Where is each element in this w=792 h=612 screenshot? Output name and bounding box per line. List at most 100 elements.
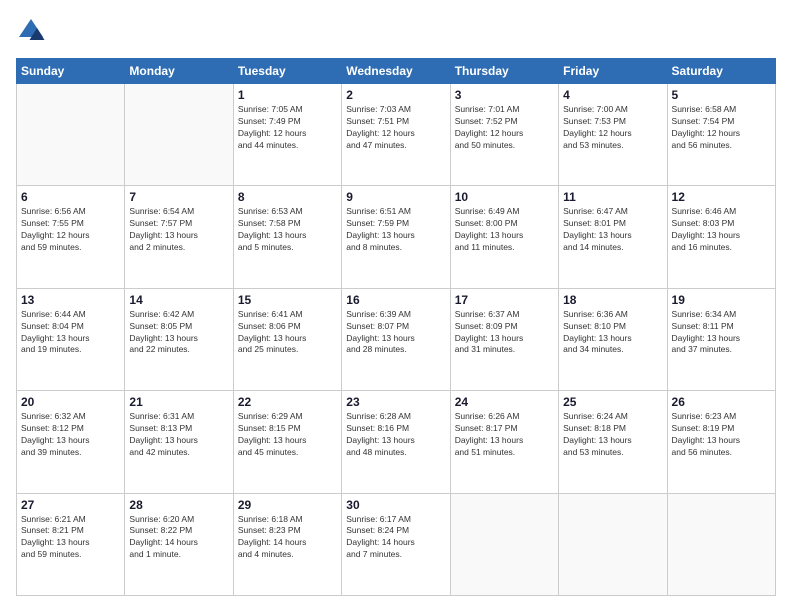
calendar-cell: 16 Sunrise: 6:39 AM Sunset: 8:07 PM Dayli… xyxy=(342,288,450,390)
day-info: Sunrise: 6:41 AM Sunset: 8:06 PM Dayligh… xyxy=(238,309,337,357)
calendar-week-row: 6Sunrise: 6:56 AM Sunset: 7:55 PM Daylig… xyxy=(17,186,776,288)
page: SundayMondayTuesdayWednesdayThursdayFrid… xyxy=(0,0,792,612)
day-number: 25 xyxy=(563,395,662,409)
day-number: 9 xyxy=(346,190,445,204)
day-info: Sunrise: 6:31 AM Sunset: 8:13 PM Dayligh… xyxy=(129,411,228,459)
calendar-cell: 23 Sunrise: 6:28 AM Sunset: 8:16 PM Dayli… xyxy=(342,391,450,493)
day-number: 16 xyxy=(346,293,445,307)
weekday-header-wednesday: Wednesday xyxy=(342,59,450,84)
day-info: Sunrise: 6:51 AM Sunset: 7:59 PM Dayligh… xyxy=(346,206,445,254)
calendar-cell: 29 Sunrise: 6:18 AM Sunset: 8:23 PM Dayli… xyxy=(233,493,341,595)
weekday-header-friday: Friday xyxy=(559,59,667,84)
day-number: 13 xyxy=(21,293,120,307)
day-number: 22 xyxy=(238,395,337,409)
weekday-header-tuesday: Tuesday xyxy=(233,59,341,84)
day-info: Sunrise: 7:01 AM Sunset: 7:52 PM Dayligh… xyxy=(455,104,554,152)
calendar-cell xyxy=(17,84,125,186)
day-info: Sunrise: 6:46 AM Sunset: 8:03 PM Dayligh… xyxy=(672,206,771,254)
weekday-header-thursday: Thursday xyxy=(450,59,558,84)
calendar-cell: 18 Sunrise: 6:36 AM Sunset: 8:10 PM Dayli… xyxy=(559,288,667,390)
day-info: Sunrise: 6:29 AM Sunset: 8:15 PM Dayligh… xyxy=(238,411,337,459)
calendar-cell xyxy=(125,84,233,186)
day-number: 2 xyxy=(346,88,445,102)
day-info: Sunrise: 7:03 AM Sunset: 7:51 PM Dayligh… xyxy=(346,104,445,152)
calendar-cell: 3 Sunrise: 7:01 AM Sunset: 7:52 PM Daylig… xyxy=(450,84,558,186)
calendar-week-row: 20Sunrise: 6:32 AM Sunset: 8:12 PM Dayli… xyxy=(17,391,776,493)
day-info: Sunrise: 6:37 AM Sunset: 8:09 PM Dayligh… xyxy=(455,309,554,357)
day-number: 8 xyxy=(238,190,337,204)
day-number: 21 xyxy=(129,395,228,409)
calendar-cell: 12 Sunrise: 6:46 AM Sunset: 8:03 PM Dayli… xyxy=(667,186,775,288)
day-number: 1 xyxy=(238,88,337,102)
calendar-cell: 27 Sunrise: 6:21 AM Sunset: 8:21 PM Dayli… xyxy=(17,493,125,595)
calendar-cell: 22 Sunrise: 6:29 AM Sunset: 8:15 PM Dayli… xyxy=(233,391,341,493)
day-number: 15 xyxy=(238,293,337,307)
calendar-cell: 1Sunrise: 7:05 AM Sunset: 7:49 PM Daylig… xyxy=(233,84,341,186)
day-info: Sunrise: 6:18 AM Sunset: 8:23 PM Dayligh… xyxy=(238,514,337,562)
day-number: 23 xyxy=(346,395,445,409)
calendar-table: SundayMondayTuesdayWednesdayThursdayFrid… xyxy=(16,58,776,596)
day-number: 11 xyxy=(563,190,662,204)
day-number: 4 xyxy=(563,88,662,102)
calendar-cell: 8 Sunrise: 6:53 AM Sunset: 7:58 PM Daylig… xyxy=(233,186,341,288)
logo-icon xyxy=(16,16,46,46)
calendar-cell: 11Sunrise: 6:47 AM Sunset: 8:01 PM Dayli… xyxy=(559,186,667,288)
calendar-cell xyxy=(450,493,558,595)
day-info: Sunrise: 6:24 AM Sunset: 8:18 PM Dayligh… xyxy=(563,411,662,459)
calendar-cell: 28Sunrise: 6:20 AM Sunset: 8:22 PM Dayli… xyxy=(125,493,233,595)
weekday-header-monday: Monday xyxy=(125,59,233,84)
day-info: Sunrise: 6:28 AM Sunset: 8:16 PM Dayligh… xyxy=(346,411,445,459)
day-number: 10 xyxy=(455,190,554,204)
calendar-cell xyxy=(559,493,667,595)
header xyxy=(16,16,776,46)
day-number: 26 xyxy=(672,395,771,409)
weekday-header-row: SundayMondayTuesdayWednesdayThursdayFrid… xyxy=(17,59,776,84)
calendar-cell: 25 Sunrise: 6:24 AM Sunset: 8:18 PM Dayli… xyxy=(559,391,667,493)
day-info: Sunrise: 6:36 AM Sunset: 8:10 PM Dayligh… xyxy=(563,309,662,357)
calendar-week-row: 27 Sunrise: 6:21 AM Sunset: 8:21 PM Dayli… xyxy=(17,493,776,595)
day-info: Sunrise: 6:42 AM Sunset: 8:05 PM Dayligh… xyxy=(129,309,228,357)
day-number: 3 xyxy=(455,88,554,102)
calendar-cell: 9 Sunrise: 6:51 AM Sunset: 7:59 PM Daylig… xyxy=(342,186,450,288)
calendar-cell: 20Sunrise: 6:32 AM Sunset: 8:12 PM Dayli… xyxy=(17,391,125,493)
calendar-cell: 13 Sunrise: 6:44 AM Sunset: 8:04 PM Dayli… xyxy=(17,288,125,390)
weekday-header-saturday: Saturday xyxy=(667,59,775,84)
calendar-cell: 17 Sunrise: 6:37 AM Sunset: 8:09 PM Dayli… xyxy=(450,288,558,390)
day-number: 29 xyxy=(238,498,337,512)
calendar-cell: 30 Sunrise: 6:17 AM Sunset: 8:24 PM Dayli… xyxy=(342,493,450,595)
logo xyxy=(16,16,50,46)
day-number: 28 xyxy=(129,498,228,512)
day-number: 18 xyxy=(563,293,662,307)
day-number: 27 xyxy=(21,498,120,512)
day-info: Sunrise: 6:21 AM Sunset: 8:21 PM Dayligh… xyxy=(21,514,120,562)
day-number: 30 xyxy=(346,498,445,512)
calendar-cell: 10 Sunrise: 6:49 AM Sunset: 8:00 PM Dayli… xyxy=(450,186,558,288)
day-number: 12 xyxy=(672,190,771,204)
day-info: Sunrise: 6:53 AM Sunset: 7:58 PM Dayligh… xyxy=(238,206,337,254)
calendar-cell: 7 Sunrise: 6:54 AM Sunset: 7:57 PM Daylig… xyxy=(125,186,233,288)
day-info: Sunrise: 6:39 AM Sunset: 8:07 PM Dayligh… xyxy=(346,309,445,357)
day-number: 6 xyxy=(21,190,120,204)
day-info: Sunrise: 6:34 AM Sunset: 8:11 PM Dayligh… xyxy=(672,309,771,357)
day-number: 20 xyxy=(21,395,120,409)
day-info: Sunrise: 6:58 AM Sunset: 7:54 PM Dayligh… xyxy=(672,104,771,152)
calendar-cell: 4Sunrise: 7:00 AM Sunset: 7:53 PM Daylig… xyxy=(559,84,667,186)
day-number: 7 xyxy=(129,190,228,204)
day-number: 19 xyxy=(672,293,771,307)
calendar-cell: 5 Sunrise: 6:58 AM Sunset: 7:54 PM Daylig… xyxy=(667,84,775,186)
day-info: Sunrise: 6:17 AM Sunset: 8:24 PM Dayligh… xyxy=(346,514,445,562)
day-number: 17 xyxy=(455,293,554,307)
day-info: Sunrise: 6:23 AM Sunset: 8:19 PM Dayligh… xyxy=(672,411,771,459)
day-info: Sunrise: 6:44 AM Sunset: 8:04 PM Dayligh… xyxy=(21,309,120,357)
calendar-cell: 26 Sunrise: 6:23 AM Sunset: 8:19 PM Dayli… xyxy=(667,391,775,493)
calendar-cell: 6Sunrise: 6:56 AM Sunset: 7:55 PM Daylig… xyxy=(17,186,125,288)
calendar-cell xyxy=(667,493,775,595)
day-info: Sunrise: 6:26 AM Sunset: 8:17 PM Dayligh… xyxy=(455,411,554,459)
calendar-cell: 14 Sunrise: 6:42 AM Sunset: 8:05 PM Dayli… xyxy=(125,288,233,390)
day-number: 5 xyxy=(672,88,771,102)
calendar-cell: 15 Sunrise: 6:41 AM Sunset: 8:06 PM Dayli… xyxy=(233,288,341,390)
day-number: 24 xyxy=(455,395,554,409)
day-info: Sunrise: 6:49 AM Sunset: 8:00 PM Dayligh… xyxy=(455,206,554,254)
day-info: Sunrise: 6:54 AM Sunset: 7:57 PM Dayligh… xyxy=(129,206,228,254)
day-number: 14 xyxy=(129,293,228,307)
